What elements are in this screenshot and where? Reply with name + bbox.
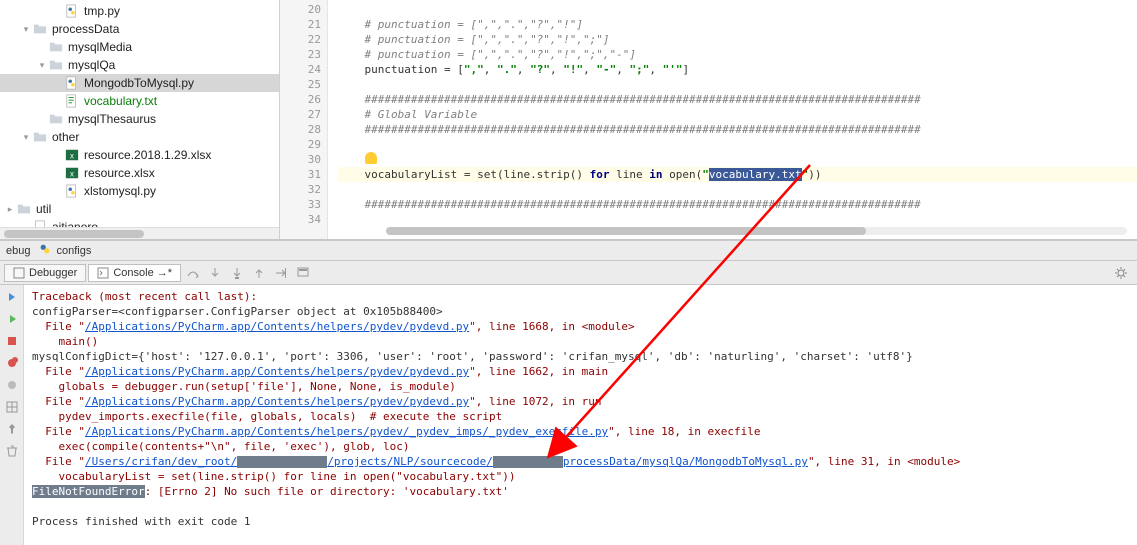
tree-label: tmp.py [84, 4, 120, 18]
evaluate-button[interactable] [293, 263, 313, 283]
tree-label: mysqlThesaurus [68, 112, 156, 126]
console-line: exec(compile(contents+"\n", file, 'exec'… [32, 439, 1131, 454]
tree-item-util[interactable]: ▸ util [0, 200, 279, 218]
error-class-highlight: FileNotFoundError [32, 485, 145, 498]
svg-text:x: x [70, 170, 74, 179]
debugger-tab[interactable]: Debugger [4, 264, 86, 282]
tree-horizontal-scrollbar[interactable] [0, 227, 279, 239]
tree-label: aitianoro [52, 220, 98, 227]
console-line: Process finished with exit code 1 [32, 514, 1131, 529]
tree-item-vocabulary[interactable]: vocabulary.txt [0, 92, 279, 110]
file-link[interactable]: /Users/crifan/dev_root//projects/NLP/sou… [85, 455, 808, 468]
console-line: mysqlConfigDict={'host': '127.0.0.1', 'p… [32, 349, 1131, 364]
console-tab[interactable]: Console →* [88, 264, 181, 282]
excel-file-icon: x [64, 147, 80, 163]
debug-side-toolbar [0, 285, 24, 545]
debugger-tabs: Debugger Console →* [0, 261, 1137, 285]
tree-label: resource.2018.1.29.xlsx [84, 148, 211, 162]
tree-item-mysqlthesaurus[interactable]: mysqlThesaurus [0, 110, 279, 128]
python-file-icon [64, 75, 80, 91]
folder-icon [48, 39, 64, 55]
intention-bulb-icon[interactable] [365, 152, 377, 164]
file-link[interactable]: /Applications/PyCharm.app/Contents/helpe… [85, 395, 469, 408]
debug-tool-label: ebug [6, 245, 30, 257]
redacted-text [493, 456, 563, 468]
tree-label: mysqlMedia [68, 40, 132, 54]
step-over-button[interactable] [183, 263, 203, 283]
tree-label: processData [52, 22, 119, 36]
chevron-down-icon[interactable]: ▾ [36, 60, 48, 71]
file-link[interactable]: /Applications/PyCharm.app/Contents/helpe… [85, 320, 469, 333]
file-link[interactable]: /Applications/PyCharm.app/Contents/helpe… [85, 425, 608, 438]
tree-label: resource.xlsx [84, 166, 155, 180]
folder-icon [48, 57, 64, 73]
tree-label: mysqlQa [68, 58, 115, 72]
trash-button[interactable] [4, 443, 20, 459]
tree-label: util [36, 202, 51, 216]
selected-text: vocabulary.txt [709, 168, 802, 181]
text-file-icon [64, 93, 80, 109]
svg-text:x: x [70, 152, 74, 161]
step-out-button[interactable] [249, 263, 269, 283]
tree-item-xlstomysql[interactable]: xlstomysql.py [0, 182, 279, 200]
editor-horizontal-scrollbar[interactable] [386, 227, 1127, 235]
folder-icon [32, 21, 48, 37]
tree-label: xlstomysql.py [84, 184, 156, 198]
file-icon [32, 219, 48, 227]
chevron-down-icon[interactable]: ▾ [20, 132, 32, 143]
tree-item-mongodbtomysql[interactable]: MongodbToMysql.py [0, 74, 279, 92]
redacted-text [237, 456, 327, 468]
console-line: configParser=<configparser.ConfigParser … [32, 304, 1131, 319]
folder-icon [16, 201, 32, 217]
step-into-button[interactable] [205, 263, 225, 283]
project-tree[interactable]: tmp.py ▾processData mysqlMedia ▾mysqlQa … [0, 0, 279, 227]
editor-code[interactable]: # punctuation = [",",".","?","!"] # punc… [328, 0, 1137, 239]
project-tree-pane: tmp.py ▾processData mysqlMedia ▾mysqlQa … [0, 0, 280, 239]
tree-item-mysqlqa[interactable]: ▾ mysqlQa [0, 56, 279, 74]
console-line: vocabularyList = set(line.strip() for li… [32, 469, 1131, 484]
python-file-icon [64, 183, 80, 199]
console-line: globals = debugger.run(setup['file'], No… [32, 379, 1131, 394]
tree-item-aitianoro[interactable]: aitianoro [0, 218, 279, 227]
mute-breakpoints-button[interactable] [4, 377, 20, 393]
folder-icon [32, 129, 48, 145]
run-config-bar: ebug configs [0, 240, 1137, 261]
pin-button[interactable] [4, 421, 20, 437]
console-line: Traceback (most recent call last): [32, 289, 1131, 304]
tree-item-resource[interactable]: x resource.xlsx [0, 164, 279, 182]
view-breakpoints-button[interactable] [4, 355, 20, 371]
chevron-down-icon[interactable]: ▾ [20, 24, 32, 35]
settings-button[interactable] [1111, 263, 1131, 283]
console-output[interactable]: Traceback (most recent call last): confi… [24, 285, 1137, 545]
step-into-my-button[interactable] [227, 263, 247, 283]
python-icon [38, 242, 52, 259]
tree-item-tmp[interactable]: tmp.py [0, 2, 279, 20]
tree-item-other[interactable]: ▾ other [0, 128, 279, 146]
run-to-cursor-button[interactable] [271, 263, 291, 283]
folder-icon [48, 111, 64, 127]
tree-label: MongodbToMysql.py [84, 76, 194, 90]
excel-file-icon: x [64, 165, 80, 181]
console-line: main() [32, 334, 1131, 349]
tree-item-processdata[interactable]: ▾ processData [0, 20, 279, 38]
rerun-button[interactable] [4, 289, 20, 305]
run-config-name[interactable]: configs [56, 245, 91, 257]
layout-button[interactable] [4, 399, 20, 415]
resume-button[interactable] [4, 311, 20, 327]
file-link[interactable]: /Applications/PyCharm.app/Contents/helpe… [85, 365, 469, 378]
chevron-right-icon[interactable]: ▸ [4, 204, 16, 215]
tree-item-resource-dated[interactable]: x resource.2018.1.29.xlsx [0, 146, 279, 164]
tree-label: vocabulary.txt [84, 94, 157, 108]
editor-pane: 202122232425262728293031323334 # punctua… [280, 0, 1137, 239]
stop-button[interactable] [4, 333, 20, 349]
editor-gutter: 202122232425262728293031323334 [280, 0, 328, 239]
console-line: pydev_imports.execfile(file, globals, lo… [32, 409, 1131, 424]
python-file-icon [64, 3, 80, 19]
tree-item-mysqlmedia[interactable]: mysqlMedia [0, 38, 279, 56]
tree-label: other [52, 130, 79, 144]
